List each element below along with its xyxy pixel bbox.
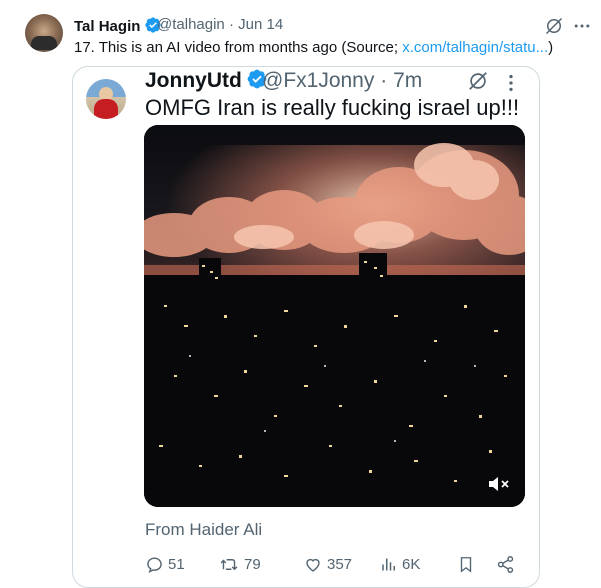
reply-button[interactable]: 51: [145, 553, 185, 575]
outer-handle[interactable]: @talhagin: [157, 16, 225, 33]
source-link[interactable]: x.com/talhagin/statu...: [402, 39, 548, 56]
more-icon[interactable]: [500, 72, 522, 94]
grok-icon[interactable]: [544, 16, 564, 36]
quoted-author-name-text[interactable]: JonnyUtd: [145, 69, 242, 92]
quoted-time[interactable]: 7m: [393, 69, 422, 92]
like-button[interactable]: 357: [303, 553, 352, 575]
video-player[interactable]: [144, 125, 525, 507]
outer-text-suffix: ): [548, 39, 554, 56]
quoted-meta: @Fx1Jonny · 7m: [262, 69, 422, 93]
outer-separator: ·: [228, 16, 234, 33]
outer-date[interactable]: Jun 14: [238, 16, 283, 33]
more-icon[interactable]: [572, 16, 592, 36]
bookmark-icon: [460, 556, 472, 573]
video-frame: [144, 125, 525, 507]
repost-count: 79: [244, 555, 261, 573]
like-count: 357: [327, 555, 353, 573]
outer-meta: @talhagin · Jun 14: [157, 16, 283, 33]
views-button[interactable]: 6K: [380, 553, 420, 575]
reply-icon: [147, 556, 162, 573]
outer-tweet-text: 17. This is an AI video from months ago …: [74, 39, 553, 56]
outer-text-prefix: 17. This is an AI video from months ago …: [74, 39, 403, 56]
outer-author-name-text[interactable]: Tal Hagin: [74, 18, 140, 35]
bookmark-button[interactable]: [457, 553, 479, 575]
repost-button[interactable]: 79: [218, 553, 261, 575]
outer-author-name[interactable]: Tal Hagin: [74, 16, 162, 35]
reply-count: 51: [168, 555, 185, 573]
views-count: 6K: [402, 555, 421, 573]
outer-avatar[interactable]: [25, 14, 63, 52]
mute-icon[interactable]: [486, 474, 512, 494]
quoted-tweet-text: OMFG Iran is really fucking israel up!!!: [145, 95, 520, 120]
attribution-text: From Haider Ali: [145, 520, 263, 539]
share-button[interactable]: [496, 553, 519, 575]
quoted-separator: ·: [380, 69, 388, 92]
grok-icon[interactable]: [467, 70, 489, 92]
share-icon: [497, 555, 514, 573]
quoted-author-name[interactable]: JonnyUtd: [145, 68, 268, 93]
like-icon: [306, 558, 320, 572]
quoted-handle[interactable]: @Fx1Jonny: [262, 69, 374, 92]
quoted-avatar[interactable]: [86, 79, 126, 119]
repost-icon: [220, 558, 238, 570]
views-icon: [382, 558, 395, 570]
